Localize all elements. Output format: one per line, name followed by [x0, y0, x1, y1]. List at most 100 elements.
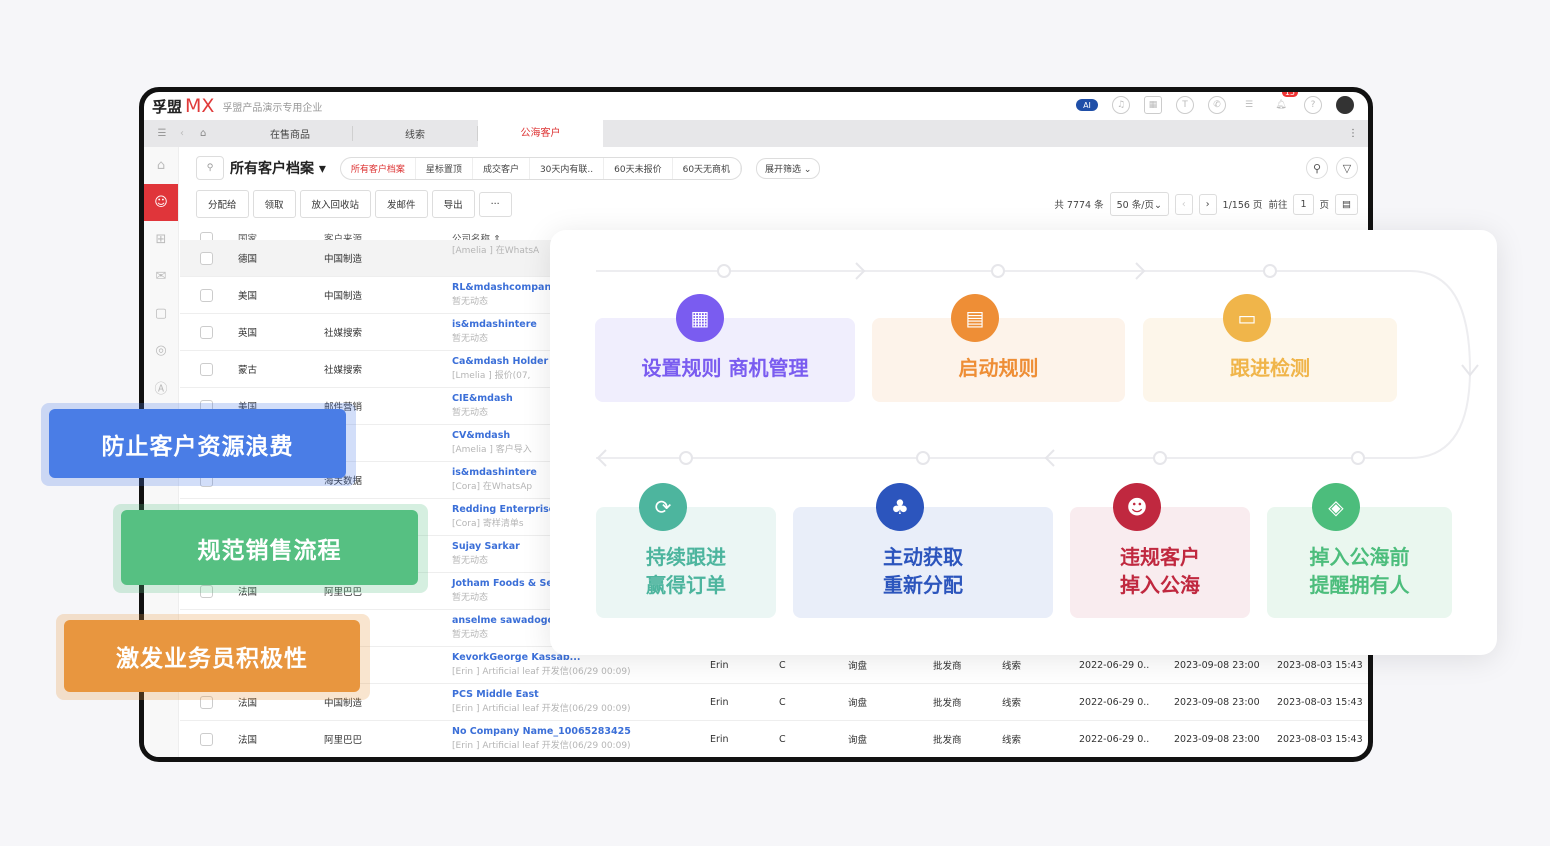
- latest-activity: [Erin ] Artificial leaf 开发信(06/29 00:09): [452, 667, 631, 677]
- latest-activity: [Lmelia ] 报价(07,: [452, 371, 531, 381]
- back-icon[interactable]: ‹: [180, 128, 200, 139]
- logo[interactable]: 孚盟 MX: [152, 95, 214, 117]
- row-checkbox[interactable]: [200, 288, 213, 302]
- customer-icon[interactable]: ☺: [144, 184, 178, 221]
- t-icon[interactable]: T: [1176, 96, 1194, 114]
- cell-source: 中国制造: [324, 254, 363, 265]
- next-page-button[interactable]: ›: [1198, 193, 1217, 215]
- company-link[interactable]: PCS Middle East: [452, 688, 631, 702]
- cell-type: 批发商: [933, 735, 962, 746]
- home-icon[interactable]: ⌂: [200, 128, 228, 139]
- export-button[interactable]: 导出: [431, 190, 475, 218]
- org-name: 孚盟产品演示专用企业: [222, 102, 323, 114]
- expand-filter-button[interactable]: 展开筛选 ⌄: [756, 157, 821, 179]
- assign-button[interactable]: 分配给: [196, 190, 249, 218]
- column-settings-icon[interactable]: ▤: [1335, 193, 1358, 215]
- company-link[interactable]: is&mdashintere: [452, 318, 537, 332]
- bag-icon[interactable]: ▢: [144, 295, 178, 332]
- company-link[interactable]: is&mdashintere: [452, 466, 537, 480]
- cell-d2: 2023-09-08 23:00: [1174, 696, 1260, 708]
- cell-source: 中国制造: [324, 291, 363, 302]
- logo-text: 孚盟: [152, 98, 183, 116]
- claim-button[interactable]: 领取: [252, 190, 296, 218]
- whatsapp-icon[interactable]: ✆: [1208, 96, 1226, 114]
- cell-d3: 2023-08-03 15:43: [1277, 733, 1363, 745]
- tab-bar: ☰ ‹ ⌂ 在售商品 线索 公海客户 ⋮: [144, 120, 1368, 147]
- filter-icon[interactable]: ▽: [1336, 157, 1358, 179]
- latest-activity: 暂无动态: [452, 408, 489, 418]
- filter-chip[interactable]: 所有客户档案: [341, 157, 416, 179]
- filter-chip[interactable]: 30天内有联..: [530, 157, 605, 179]
- cell-grade: C: [779, 696, 786, 708]
- filter-chip[interactable]: 60天无商机: [673, 157, 742, 179]
- home-icon[interactable]: ⌂: [144, 147, 178, 184]
- latest-activity: 暂无动态: [452, 297, 489, 307]
- company-link[interactable]: RL&mdashcompani: [452, 281, 554, 295]
- avatar[interactable]: [1336, 96, 1354, 114]
- tasks-icon[interactable]: ☰: [1240, 96, 1258, 114]
- company-link[interactable]: anselme sawadogo: [452, 614, 554, 628]
- row-checkbox[interactable]: [200, 325, 213, 339]
- row-checkbox[interactable]: [200, 251, 213, 265]
- cell-country: 美国: [238, 291, 258, 302]
- table-row[interactable]: 法国 阿里巴巴 No Company Name_10065283425 [Erin…: [180, 721, 1368, 757]
- goto-input[interactable]: 1: [1293, 193, 1314, 215]
- cell-country: 蒙古: [238, 365, 258, 376]
- company-link[interactable]: Sujay Sarkar: [452, 540, 520, 554]
- compass-icon[interactable]: ◎: [144, 332, 178, 369]
- latest-activity: [Amelia ] 在WhatsA: [452, 246, 540, 256]
- cell-owner: Erin: [710, 733, 729, 745]
- recycle-button[interactable]: 放入回收站: [299, 190, 372, 218]
- tab-products[interactable]: 在售商品: [228, 126, 353, 141]
- highlight-badge: 防止客户资源浪费: [49, 409, 346, 478]
- latest-activity: [Cora] 在WhatsAp: [452, 482, 533, 492]
- company-link[interactable]: Ca&mdash Holder C: [452, 355, 558, 369]
- flow-step: 启动规则: [872, 318, 1125, 402]
- goto-label: 前往: [1268, 200, 1288, 211]
- cell-d2: 2023-09-08 23:00: [1174, 733, 1260, 745]
- cell-d1: 2022-06-29 0..: [1079, 733, 1150, 745]
- company-link[interactable]: No Company Name_10065283425: [452, 725, 631, 739]
- page-size-select[interactable]: 50 条/页⌄: [1109, 192, 1169, 216]
- ai-icon[interactable]: AI: [1076, 99, 1098, 111]
- total-count: 共 7774 条: [1054, 200, 1104, 211]
- help-icon[interactable]: ?: [1304, 96, 1322, 114]
- more-icon[interactable]: ⋮: [1348, 128, 1358, 139]
- document-gear-icon: ▤: [951, 294, 999, 342]
- user-alert-icon: ☻: [1113, 483, 1161, 531]
- search-icon[interactable]: ⚲: [1306, 157, 1328, 179]
- bell-icon[interactable]: 🔔︎ 15: [1272, 92, 1298, 114]
- cell-type: 批发商: [933, 698, 962, 709]
- cell-owner: Erin: [710, 696, 729, 708]
- company-link[interactable]: CV&mdash: [452, 429, 532, 443]
- filter-chip[interactable]: 星标置顶: [416, 157, 473, 179]
- mail-icon[interactable]: ✉: [144, 258, 178, 295]
- apps-icon[interactable]: ▦: [1144, 96, 1162, 114]
- view-switch-icon[interactable]: ⚲: [196, 156, 224, 180]
- row-checkbox[interactable]: [200, 732, 213, 746]
- filter-chip[interactable]: 60天未报价: [604, 157, 673, 179]
- headset-icon[interactable]: ♫: [1112, 96, 1130, 114]
- flow-step: 主动获取 重新分配: [793, 507, 1053, 618]
- filter-chip[interactable]: 成交客户: [473, 157, 530, 179]
- company-link[interactable]: Redding Enterprises: [452, 503, 561, 517]
- a-icon[interactable]: Ⓐ: [144, 369, 178, 406]
- menu-icon[interactable]: ☰: [144, 128, 180, 139]
- tree-icon[interactable]: ⊞: [144, 221, 178, 258]
- row-checkbox[interactable]: [200, 362, 213, 376]
- company-link[interactable]: CIE&mdash: [452, 392, 513, 406]
- action-bar: 分配给 领取 放入回收站 发邮件 导出 ··· 共 7774 条 50 条/页⌄…: [196, 190, 1358, 218]
- company-link[interactable]: Jotham Foods & Ser: [452, 577, 557, 591]
- tab-leads[interactable]: 线索: [353, 126, 478, 141]
- more-button[interactable]: ···: [478, 191, 512, 217]
- send-mail-button[interactable]: 发邮件: [375, 190, 428, 218]
- page-unit: 页: [1319, 200, 1330, 211]
- highlight-badge: 激发业务员积极性: [64, 620, 360, 692]
- refresh-icon: ⟳: [639, 483, 687, 531]
- cell-d1: 2022-06-29 0..: [1079, 696, 1150, 708]
- prev-page-button[interactable]: ‹: [1174, 193, 1193, 215]
- tab-public-customers[interactable]: 公海客户: [478, 120, 603, 147]
- cell-source: 社媒搜索: [324, 328, 363, 339]
- cell-d3: 2023-08-03 15:43: [1277, 696, 1363, 708]
- view-title[interactable]: 所有客户档案 ▾: [230, 158, 326, 178]
